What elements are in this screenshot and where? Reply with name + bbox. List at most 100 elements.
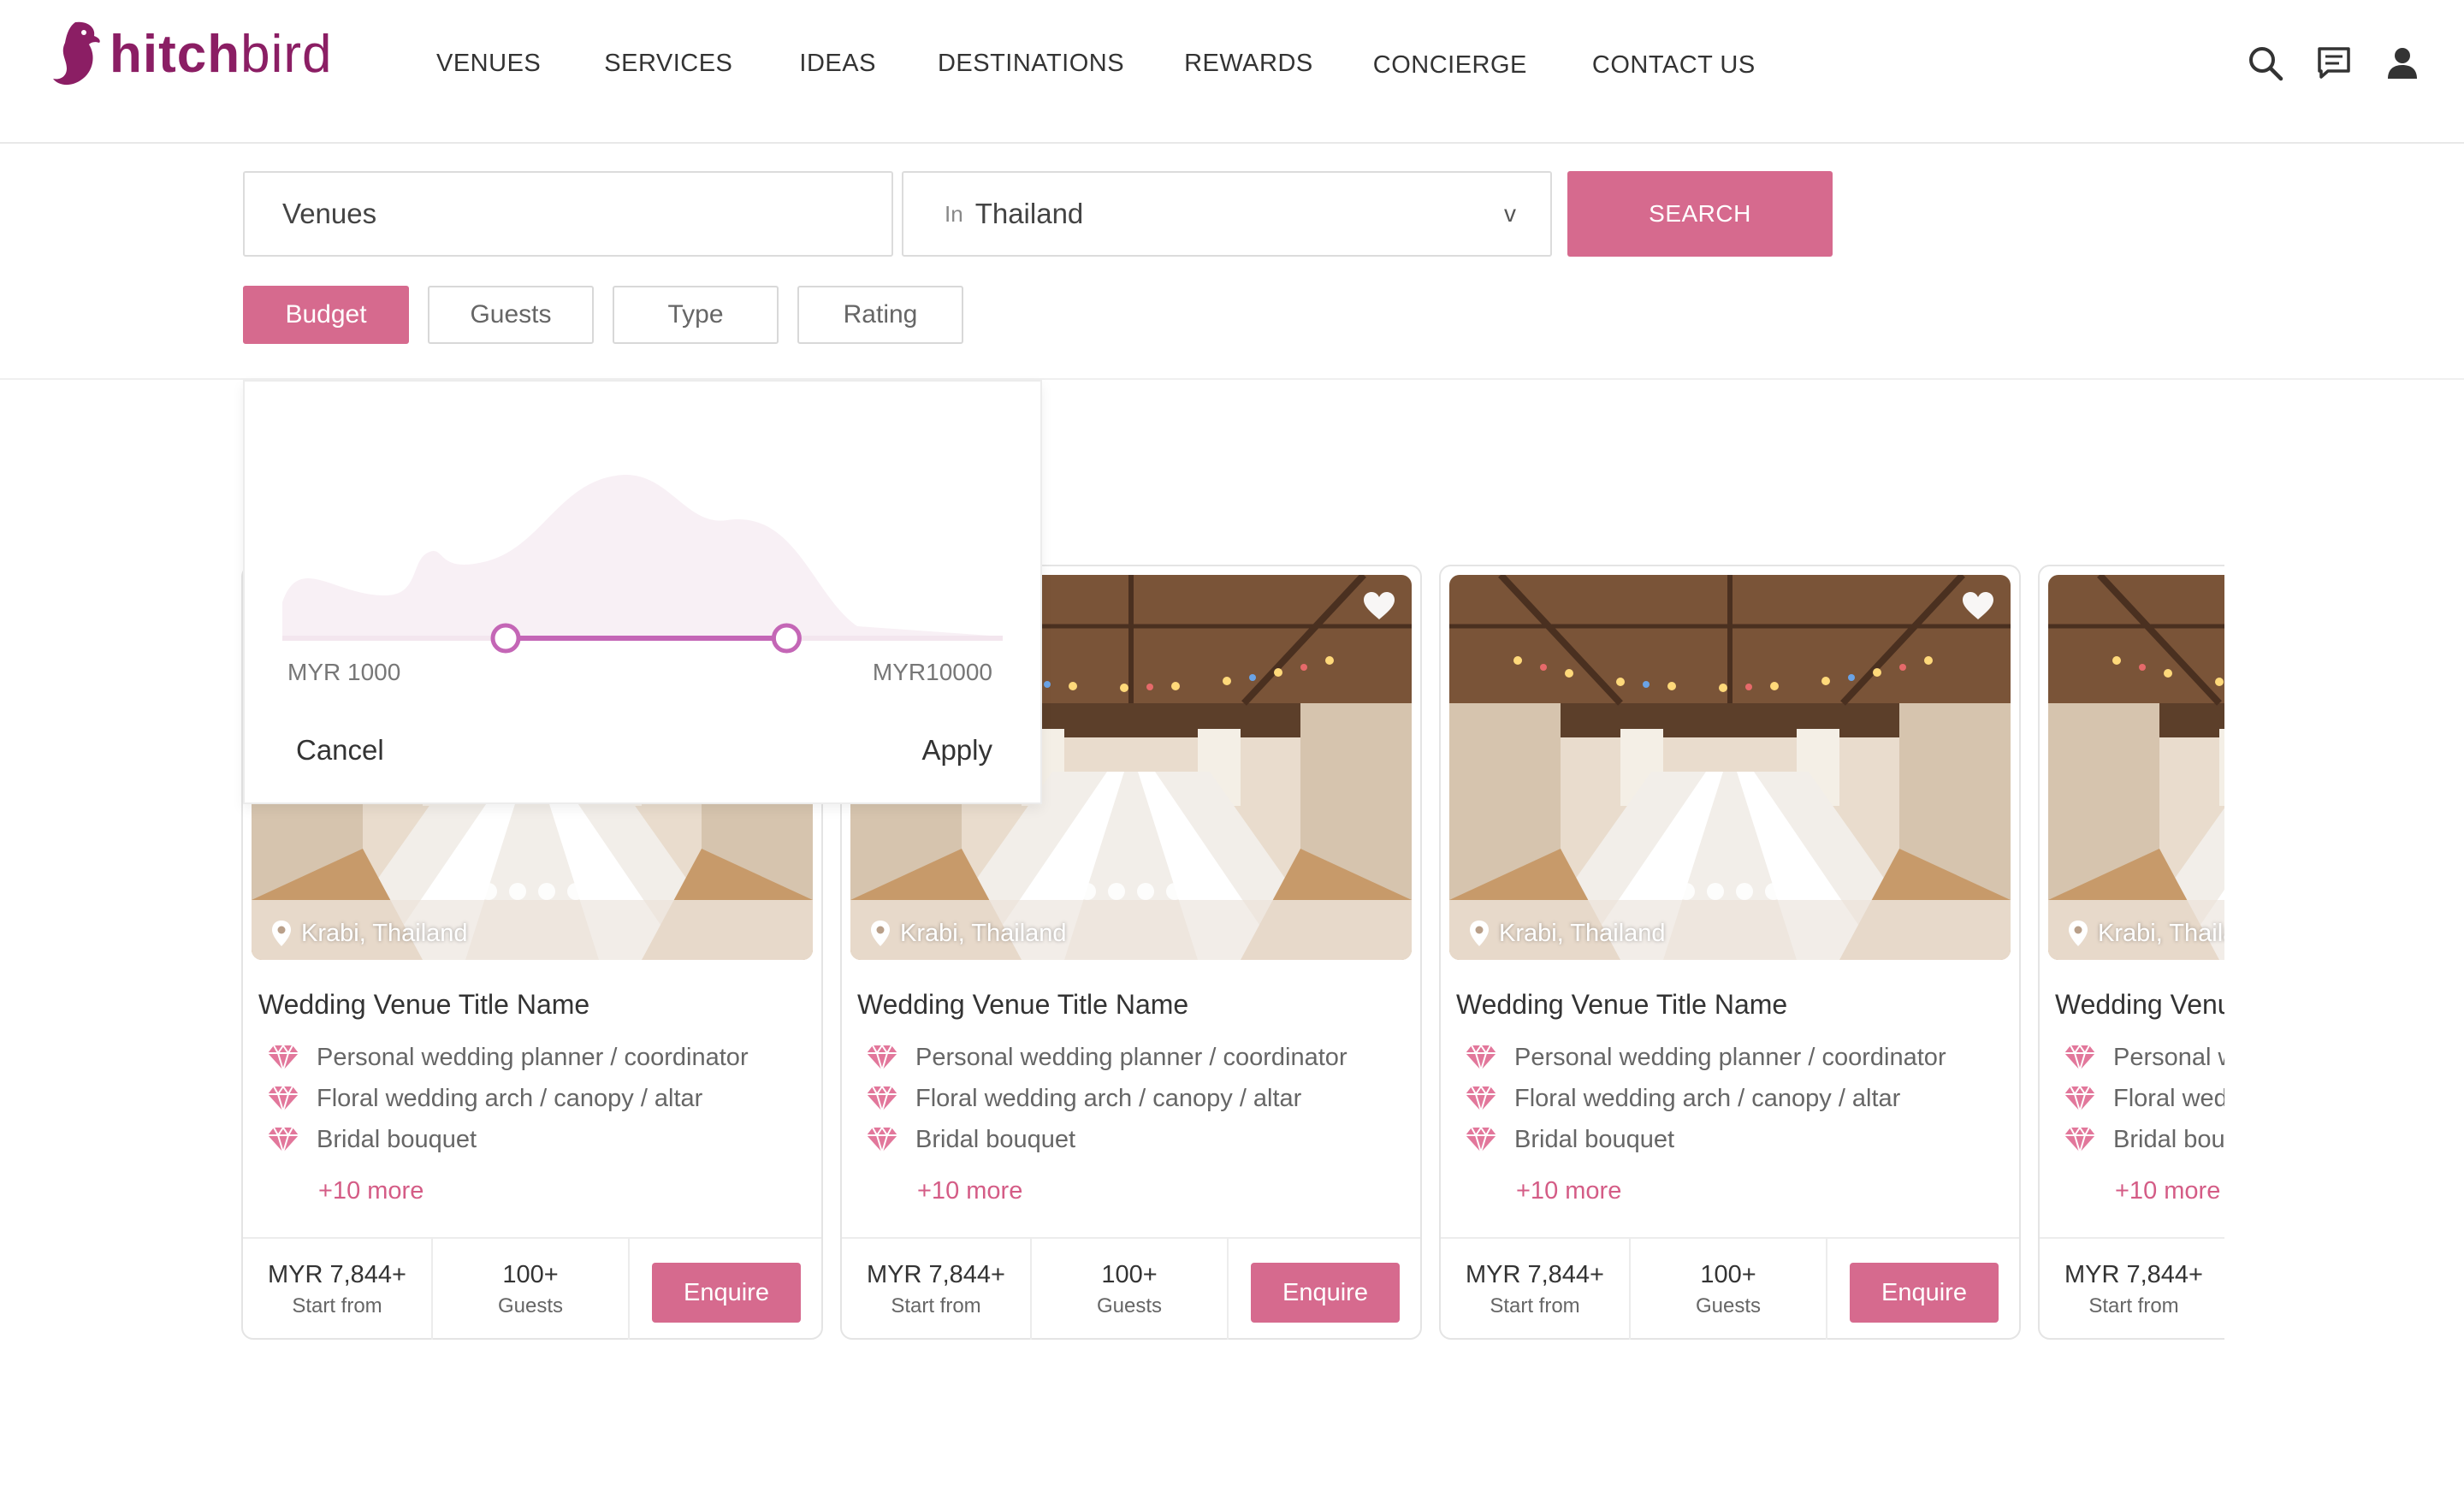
feature-text: Personal wedding planner / coordinator	[2113, 1043, 2224, 1071]
feature-item: Personal wedding planner / coordinator	[2064, 1037, 2224, 1078]
diamond-icon	[1466, 1085, 1496, 1112]
guests-value: 100+	[502, 1261, 559, 1288]
location-pin-icon	[2069, 921, 2088, 946]
nav-services[interactable]: SERVICES	[604, 50, 732, 80]
budget-max-label: MYR10000	[872, 659, 992, 685]
enquire-button[interactable]: Enquire	[1251, 1263, 1400, 1323]
search-icon[interactable]	[2247, 44, 2284, 82]
venue-location: Krabi, Thailand	[1468, 919, 1666, 948]
price-value: MYR 7,844+	[1465, 1261, 1604, 1288]
carousel-dot[interactable]	[1108, 883, 1125, 900]
cancel-button[interactable]: Cancel	[296, 734, 384, 767]
venue-title[interactable]: Wedding Venue Title Name	[1456, 989, 1787, 1021]
carousel-dots[interactable]	[252, 883, 813, 900]
site-header: hitchbird VENUES SERVICES IDEAS DESTINAT…	[0, 0, 2464, 144]
user-icon[interactable]	[2384, 44, 2421, 82]
venue-title[interactable]: Wedding Venue Title Name	[2055, 989, 2224, 1021]
chat-icon[interactable]	[2315, 44, 2353, 82]
carousel-dot[interactable]	[1137, 883, 1154, 900]
venue-card[interactable]: Krabi, Thailand Wedding Venue Title Name…	[2038, 565, 2224, 1340]
feature-text: Floral wedding arch / canopy / altar	[317, 1084, 703, 1112]
card-footer: MYR 7,844+ Start from 100+ Guests Enquir…	[243, 1237, 821, 1340]
venue-photo-illustration	[2048, 575, 2224, 960]
carousel-dots[interactable]	[1449, 883, 2011, 900]
more-features-link[interactable]: +10 more	[1516, 1177, 1621, 1205]
carousel-dot[interactable]	[567, 883, 584, 900]
apply-button[interactable]: Apply	[921, 734, 992, 767]
search-bar: Venues In Thailand v SEARCH	[243, 171, 1833, 257]
nav-concierge[interactable]: CONCIERGE	[1373, 51, 1527, 80]
filter-guests[interactable]: Guests	[428, 286, 594, 344]
more-features-link[interactable]: +10 more	[917, 1177, 1022, 1205]
venue-photo[interactable]: Krabi, Thailand	[2048, 575, 2224, 960]
more-features-link[interactable]: +10 more	[318, 1177, 424, 1205]
venue-title[interactable]: Wedding Venue Title Name	[857, 989, 1188, 1021]
feature-item: Personal wedding planner / coordinator	[267, 1037, 749, 1078]
logo-wordmark: hitchbird	[110, 24, 333, 85]
enquire-button[interactable]: Enquire	[1850, 1263, 1999, 1323]
slider-min-handle	[490, 623, 521, 654]
price-value: MYR 7,844+	[2064, 1261, 2203, 1288]
nav-contact-us[interactable]: CONTACT US	[1592, 51, 1756, 80]
price-distribution-area	[282, 475, 1003, 638]
filter-rating[interactable]: Rating	[797, 286, 963, 344]
venue-location: Krabi, Thailand	[270, 919, 468, 948]
feature-item: Bridal bouquet	[1465, 1119, 1946, 1160]
nav-destinations[interactable]: DESTINATIONS	[938, 50, 1124, 80]
feature-text: Floral wedding arch / canopy / altar	[1514, 1084, 1901, 1112]
carousel-dots[interactable]	[850, 883, 1412, 900]
budget-range-slider[interactable]	[282, 459, 1003, 655]
guests-caption: Guests	[1096, 1294, 1163, 1317]
hitchbird-logo[interactable]: hitchbird	[50, 15, 333, 92]
guests-value: 100+	[1101, 1261, 1158, 1288]
venue-photo-illustration	[1449, 575, 2011, 960]
feature-item: Floral wedding arch / canopy / altar	[866, 1078, 1348, 1119]
location-prefix: In	[945, 200, 963, 227]
carousel-dot[interactable]	[1678, 883, 1695, 900]
venue-photo[interactable]: Krabi, Thailand	[1449, 575, 2011, 960]
carousel-dot[interactable]	[480, 883, 497, 900]
budget-popover: MYR 1000 MYR10000 Cancel Apply	[243, 380, 1042, 804]
carousel-dot[interactable]	[1736, 883, 1753, 900]
venue-title[interactable]: Wedding Venue Title Name	[258, 989, 589, 1021]
feature-item: Personal wedding planner / coordinator	[1465, 1037, 1946, 1078]
feature-item: Bridal bouquet	[2064, 1119, 2224, 1160]
carousel-dot[interactable]	[1166, 883, 1183, 900]
feature-list: Personal wedding planner / coordinator F…	[267, 1037, 749, 1160]
location-select[interactable]: In Thailand v	[902, 171, 1552, 257]
more-features-link[interactable]: +10 more	[2115, 1177, 2220, 1205]
logo-text-hitch: hitch	[110, 24, 241, 84]
venue-location-text: Krabi, Thailand	[900, 919, 1067, 947]
price-value: MYR 7,844+	[866, 1261, 1005, 1288]
card-footer: MYR 7,844+ Start from 100+ Guests Enquir…	[2040, 1237, 2224, 1340]
feature-item: Personal wedding planner / coordinator	[866, 1037, 1348, 1078]
carousel-dot[interactable]	[538, 883, 555, 900]
venue-location-text: Krabi, Thailand	[301, 919, 468, 947]
guests-caption: Guests	[1695, 1294, 1762, 1317]
nav-rewards[interactable]: REWARDS	[1184, 50, 1313, 80]
carousel-dot[interactable]	[1707, 883, 1724, 900]
feature-item: Floral wedding arch / canopy / altar	[1465, 1078, 1946, 1119]
category-input[interactable]: Venues	[243, 171, 893, 257]
filter-type[interactable]: Type	[613, 286, 779, 344]
diamond-icon	[1466, 1044, 1496, 1071]
favorite-heart-icon[interactable]	[1961, 590, 1995, 621]
nav-ideas[interactable]: IDEAS	[799, 50, 876, 80]
venue-location: Krabi, Thailand	[2067, 919, 2224, 948]
header-actions	[2247, 44, 2421, 82]
price-block: MYR 7,844+ Start from	[243, 1239, 433, 1340]
filter-budget[interactable]: Budget	[243, 286, 409, 344]
search-button[interactable]: SEARCH	[1567, 171, 1833, 257]
favorite-heart-icon[interactable]	[1362, 590, 1396, 621]
carousel-dot[interactable]	[1765, 883, 1782, 900]
enquire-button[interactable]: Enquire	[652, 1263, 801, 1323]
carousel-dot[interactable]	[509, 883, 526, 900]
venue-card[interactable]: Krabi, Thailand Wedding Venue Title Name…	[1439, 565, 2021, 1340]
carousel-dots[interactable]	[2048, 883, 2224, 900]
nav-venues[interactable]: VENUES	[436, 50, 541, 80]
feature-item: Floral wedding arch / canopy / altar	[267, 1078, 749, 1119]
location-pin-icon	[1470, 921, 1489, 946]
carousel-dot[interactable]	[1079, 883, 1096, 900]
location-value: Thailand	[974, 198, 1084, 229]
price-caption: Start from	[1490, 1294, 1580, 1317]
